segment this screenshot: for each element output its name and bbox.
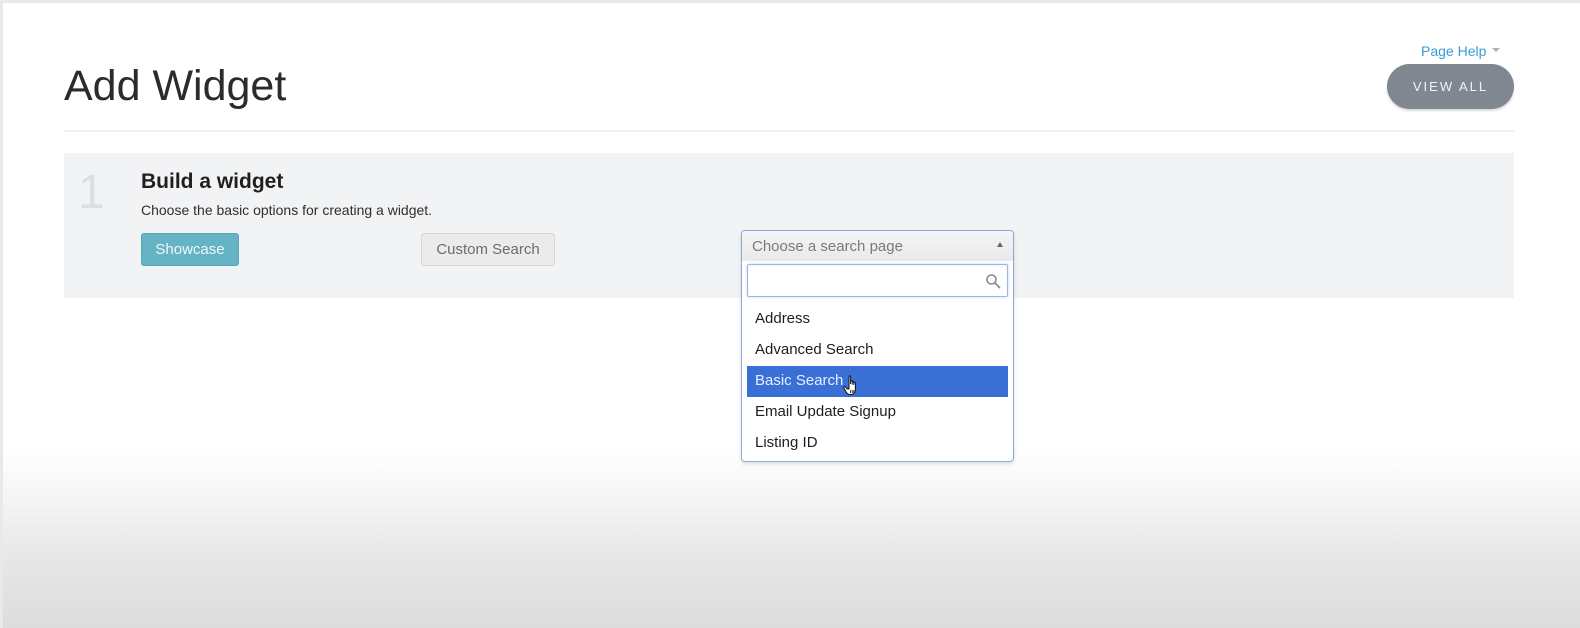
step-title: Build a widget (141, 170, 284, 193)
page-help-link[interactable]: Page Help (1421, 43, 1501, 59)
search-page-select[interactable]: Choose a search page (742, 231, 1013, 261)
dropdown-search-field[interactable] (747, 264, 1008, 297)
dropdown-search-input[interactable] (748, 265, 978, 296)
dropdown-options: Address Advanced Search Basic Search Ema… (747, 304, 1008, 459)
search-page-dropdown[interactable]: Choose a search page Address Advanced Se… (741, 230, 1014, 462)
search-icon (986, 274, 1001, 289)
chevron-up-icon (997, 242, 1003, 247)
step-number: 1 (78, 166, 105, 219)
page-help-label: Page Help (1421, 43, 1487, 59)
option-basic-search[interactable]: Basic Search (747, 366, 1008, 397)
showcase-button[interactable]: Showcase (141, 233, 239, 266)
option-label: Listing ID (755, 434, 818, 451)
option-label: Basic Search (755, 372, 844, 389)
option-listing-id[interactable]: Listing ID (747, 428, 1008, 459)
header-divider (64, 130, 1514, 132)
option-label: Address (755, 310, 811, 327)
select-placeholder: Choose a search page (752, 238, 903, 255)
hand-cursor-icon (843, 375, 856, 395)
option-address[interactable]: Address (747, 304, 1008, 335)
option-email-update-signup[interactable]: Email Update Signup (747, 397, 1008, 428)
page-title: Add Widget (64, 62, 287, 110)
option-label: Advanced Search (755, 341, 874, 358)
custom-search-button[interactable]: Custom Search (421, 233, 555, 266)
step-description: Choose the basic options for creating a … (141, 202, 433, 218)
view-all-button[interactable]: VIEW ALL (1387, 64, 1514, 109)
option-label: Email Update Signup (755, 403, 896, 420)
option-advanced-search[interactable]: Advanced Search (747, 335, 1008, 366)
caret-down-icon (1492, 48, 1501, 53)
